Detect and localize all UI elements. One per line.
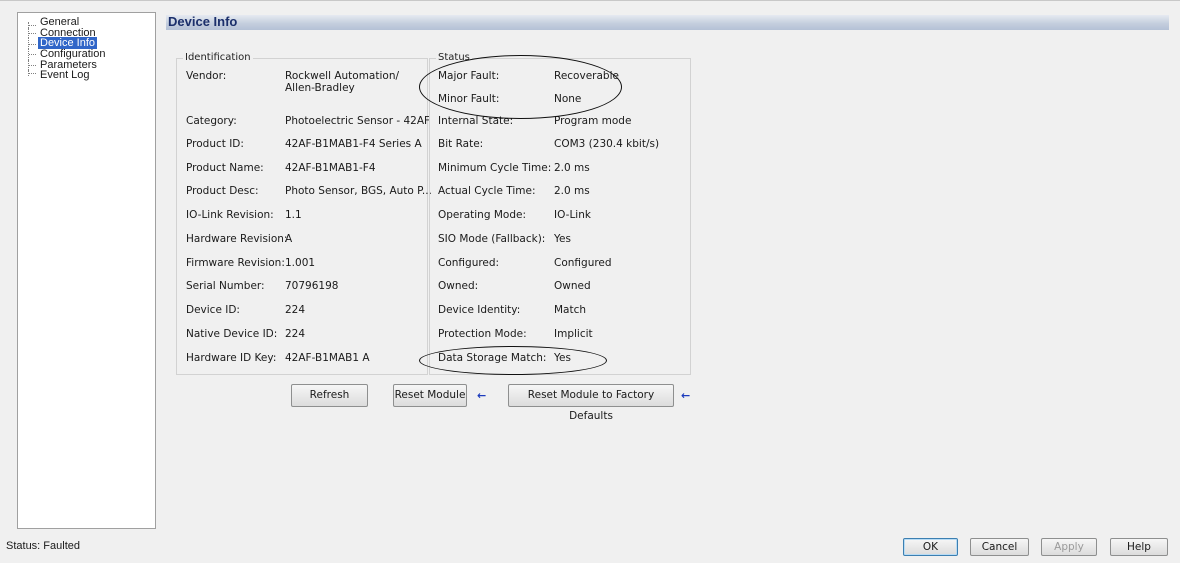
left-arrow-icon: ←: [681, 389, 691, 402]
status-text: Status: Faulted: [6, 540, 80, 552]
field-value: Yes: [554, 233, 571, 245]
field-value: Configured: [554, 257, 612, 269]
field-label: Vendor:: [186, 70, 227, 82]
page-title: Device Info: [168, 14, 238, 29]
field-label: Firmware Revision:: [186, 257, 285, 269]
module-properties-dialog: General Connection Device Info Configura…: [0, 0, 1180, 563]
field-value: Program mode: [554, 115, 632, 127]
field-label: Minimum Cycle Time:: [438, 162, 552, 174]
field-label: Product Name:: [186, 162, 264, 174]
field-value: 1.1: [285, 209, 302, 221]
reset-module-button[interactable]: Reset Module: [393, 384, 467, 407]
field-label: Protection Mode:: [438, 328, 527, 340]
category-tree[interactable]: General Connection Device Info Configura…: [17, 12, 156, 529]
field-value: 2.0 ms: [554, 185, 590, 197]
field-value-line2: Allen-Bradley: [285, 82, 355, 94]
field-value: Implicit: [554, 328, 593, 340]
status-group-title: Status: [436, 52, 472, 63]
field-label: Operating Mode:: [438, 209, 526, 221]
field-value: Photo Sensor, BGS, Auto P...: [285, 185, 432, 197]
field-value: Recoverable: [554, 70, 619, 82]
field-label: Hardware Revision:: [186, 233, 288, 245]
field-value: Match: [554, 304, 587, 316]
field-value: COM3 (230.4 kbit/s): [554, 138, 660, 150]
field-label: Major Fault:: [438, 70, 500, 82]
field-value: Rockwell Automation/: [285, 70, 400, 82]
field-value: Yes: [554, 352, 571, 364]
reset-factory-defaults-button[interactable]: Reset Module to Factory Defaults: [508, 384, 674, 422]
apply-button[interactable]: Apply: [1041, 538, 1097, 556]
field-label: Device ID:: [186, 304, 240, 316]
field-label: Category:: [186, 115, 237, 127]
field-label: Actual Cycle Time:: [438, 185, 536, 197]
identification-group-title: Identification: [183, 52, 253, 63]
field-value: 42AF-B1MAB1-F4 Series A: [285, 138, 422, 150]
field-label: Owned:: [438, 280, 479, 292]
field-label: SIO Mode (Fallback):: [438, 233, 546, 245]
field-value: None: [554, 93, 582, 105]
refresh-button[interactable]: Refresh: [291, 384, 368, 407]
field-value: Photoelectric Sensor - 42AF: [285, 115, 431, 127]
field-value: 224: [285, 328, 306, 340]
field-label: IO-Link Revision:: [186, 209, 274, 221]
left-arrow-icon: ←: [477, 389, 487, 402]
field-label: Device Identity:: [438, 304, 521, 316]
cancel-button[interactable]: Cancel: [970, 538, 1029, 556]
field-value: 1.001: [285, 257, 316, 269]
field-value: A: [285, 233, 293, 245]
field-label: Serial Number:: [186, 280, 265, 292]
field-label: Data Storage Match:: [438, 352, 547, 364]
field-value: 70796198: [285, 280, 339, 292]
field-label: Bit Rate:: [438, 138, 484, 150]
field-value: 42AF-B1MAB1-F4: [285, 162, 376, 174]
tree-item-event-log[interactable]: Event Log: [18, 70, 155, 81]
field-label: Minor Fault:: [438, 93, 500, 105]
field-value: 224: [285, 304, 306, 316]
field-value: 42AF-B1MAB1 A: [285, 352, 370, 364]
field-label: Product ID:: [186, 138, 244, 150]
field-label: Hardware ID Key:: [186, 352, 277, 364]
field-label: Native Device ID:: [186, 328, 278, 340]
field-value: 2.0 ms: [554, 162, 590, 174]
field-label: Internal State:: [438, 115, 514, 127]
page-header-banner: Device Info: [166, 14, 1169, 30]
tree-item-label: Event Log: [40, 69, 90, 82]
field-label: Product Desc:: [186, 185, 259, 197]
help-button[interactable]: Help: [1110, 538, 1168, 556]
ok-button[interactable]: OK: [903, 538, 958, 556]
field-label: Configured:: [438, 257, 500, 269]
field-value: Owned: [554, 280, 591, 292]
field-value: IO-Link: [554, 209, 591, 221]
